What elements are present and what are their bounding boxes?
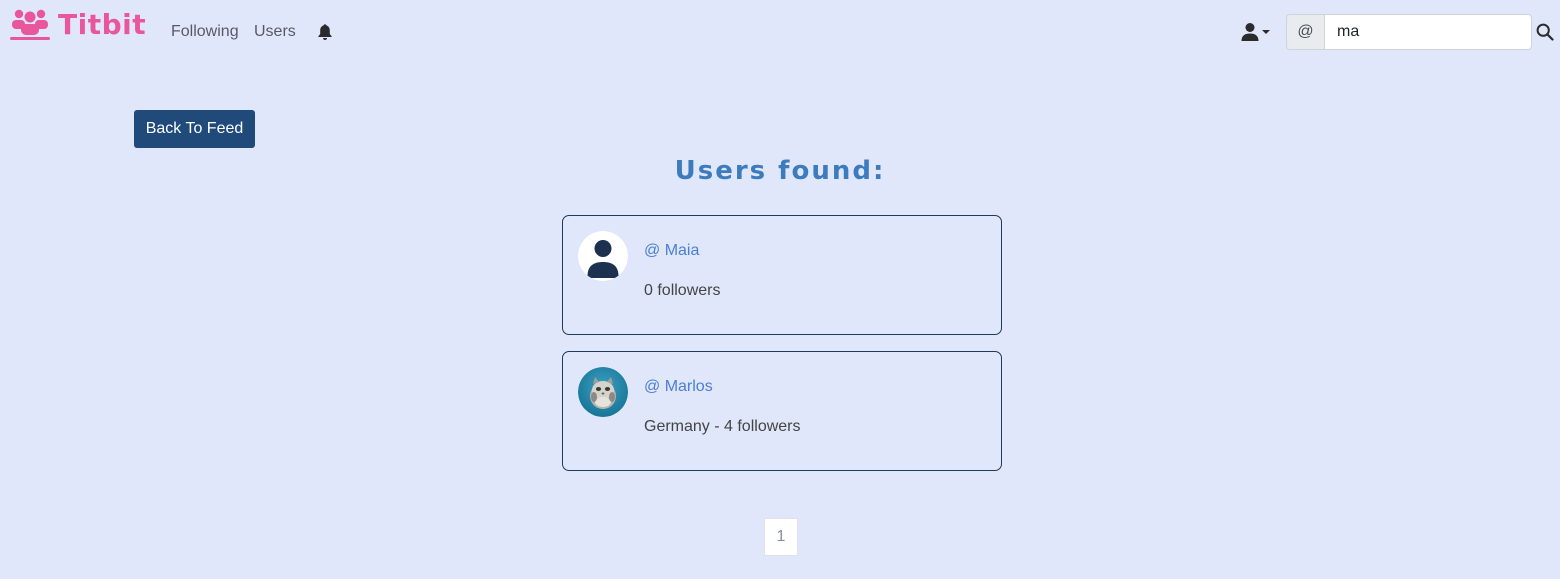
default-user-icon (578, 231, 628, 281)
avatar[interactable] (578, 367, 628, 417)
avatar[interactable] (578, 231, 628, 281)
nav-link-users[interactable]: Users (254, 22, 296, 42)
notifications-bell-icon[interactable] (317, 23, 333, 41)
user-result-card: @ Marlos Germany - 4 followers (562, 351, 1002, 471)
user-profile-link[interactable]: @ Maia (644, 242, 699, 260)
search-button[interactable] (1536, 23, 1554, 41)
pagination-page-button[interactable]: 1 (764, 518, 798, 556)
search-icon (1536, 23, 1554, 41)
user-result-card: @ Maia 0 followers (562, 215, 1002, 335)
nav-link-following[interactable]: Following (171, 22, 239, 42)
user-icon (1241, 23, 1259, 41)
user-followers-info: Germany - 4 followers (644, 418, 801, 435)
results-heading: Users found: (674, 156, 886, 186)
brand-name: Titbit (58, 7, 147, 41)
search-prefix-at: @ (1286, 14, 1324, 50)
top-navbar: Titbit Following Users @ (0, 0, 1560, 64)
search-input[interactable] (1324, 14, 1532, 50)
user-search-group: @ (1286, 14, 1532, 50)
brand-logo-link[interactable]: Titbit (10, 6, 146, 42)
user-followers-info: 0 followers (644, 282, 721, 299)
back-to-feed-button[interactable]: Back To Feed (134, 110, 255, 148)
user-profile-link[interactable]: @ Marlos (644, 378, 713, 396)
caret-down-icon (1262, 30, 1270, 34)
cat-photo (578, 367, 628, 417)
users-group-icon (10, 9, 50, 40)
user-menu-dropdown[interactable] (1240, 22, 1274, 42)
